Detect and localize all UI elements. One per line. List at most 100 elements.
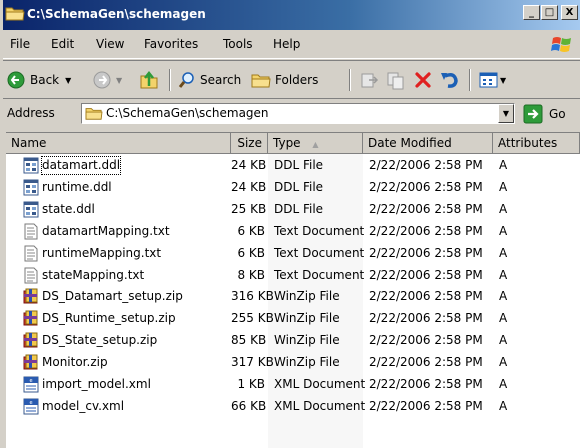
file-size: 8 KB [237, 267, 265, 282]
address-input[interactable]: C:\SchemaGen\schemagen ▼ [81, 103, 515, 124]
column-header-name[interactable]: Name [6, 133, 231, 154]
file-name: runtime.ddl [42, 179, 112, 194]
column-header-attributes[interactable]: Attributes [493, 133, 580, 154]
file-date-modified: 2/22/2006 2:58 PM [369, 201, 483, 216]
file-type: Text Document [274, 245, 365, 260]
text-file-icon [23, 267, 39, 284]
undo-button[interactable] [439, 67, 461, 93]
file-size: 255 KB [231, 311, 274, 326]
back-label: Back [30, 73, 60, 87]
menu-edit[interactable]: Edit [51, 30, 74, 59]
file-row[interactable]: datamartMapping.txt 6 KB Text Document 2/22… [6, 221, 580, 242]
column-header-type-label: Type [273, 136, 301, 150]
maximize-button[interactable]: □ [541, 5, 558, 20]
menu-tools[interactable]: Tools [223, 30, 253, 59]
back-arrow-icon [7, 71, 25, 89]
file-date-modified: 2/22/2006 2:58 PM [369, 333, 483, 348]
winzip-file-icon [23, 332, 39, 349]
menu-view[interactable]: View [96, 30, 124, 59]
file-date-modified: 2/22/2006 2:58 PM [369, 311, 483, 326]
file-date-modified: 2/22/2006 2:58 PM [369, 377, 483, 391]
views-button[interactable]: ▼ [479, 67, 506, 93]
folders-icon [251, 74, 271, 88]
forward-button[interactable]: ▼ [93, 67, 122, 93]
title-bar[interactable]: C:\SchemaGen\schemagen _ □ X [3, 0, 580, 30]
file-list[interactable]: Name Size Type ▲ Date Modified Attribute… [6, 132, 580, 448]
file-attributes: A [499, 179, 508, 194]
file-row[interactable]: e import_model.xml 1 KB XML Document 2/22/20… [6, 374, 580, 395]
file-date-modified: 2/22/2006 2:58 PM [369, 179, 483, 194]
up-folder-button[interactable] [139, 67, 159, 93]
move-to-button[interactable] [359, 67, 379, 93]
file-attributes: A [499, 355, 508, 370]
text-file-icon [23, 223, 39, 240]
file-size: 6 KB [237, 223, 265, 238]
explorer-window: C:\SchemaGen\schemagen _ □ X File Edit V… [0, 0, 580, 448]
folders-button[interactable]: Folders [251, 67, 318, 93]
forward-arrow-icon [93, 71, 111, 89]
copy-to-button[interactable] [386, 67, 406, 93]
delete-button[interactable] [413, 67, 433, 93]
file-type: DDL File [274, 158, 324, 172]
file-name: stateMapping.txt [42, 267, 145, 282]
file-row[interactable]: datamart.ddl 24 KB DDL File 2/22/2006 2:58 … [6, 155, 580, 176]
delete-icon [415, 72, 431, 88]
menu-favorites[interactable]: Favorites [144, 30, 198, 59]
file-size: 24 KB [231, 158, 267, 172]
go-arrow-icon [523, 104, 543, 123]
file-size: 316 KB [231, 289, 274, 304]
file-row[interactable]: stateMapping.txt 8 KB Text Document 2/22/20… [6, 265, 580, 286]
file-row[interactable]: DS_Runtime_setup.zip 255 KB WinZip File 2/2… [6, 308, 580, 329]
file-attributes: A [499, 223, 508, 238]
file-row[interactable]: DS_State_setup.zip 85 KB WinZip File 2/22/2… [6, 330, 580, 351]
file-attributes: A [499, 398, 508, 413]
file-name: state.ddl [42, 201, 95, 216]
file-name: Monitor.zip [42, 355, 108, 370]
column-header-date-modified[interactable]: Date Modified [363, 133, 493, 154]
back-button[interactable]: Back ▼ [7, 67, 71, 93]
file-name: DS_State_setup.zip [42, 333, 158, 348]
file-type: Text Document [274, 223, 365, 238]
file-date-modified: 2/22/2006 2:58 PM [369, 267, 483, 282]
file-row[interactable]: runtime.ddl 24 KB DDL File 2/22/2006 2:58 P… [6, 177, 580, 198]
close-button[interactable]: X [561, 5, 578, 20]
back-dropdown-icon[interactable]: ▼ [65, 76, 71, 85]
forward-dropdown-icon[interactable]: ▼ [116, 76, 122, 85]
file-type: XML Document [274, 398, 366, 413]
file-attributes: A [499, 245, 508, 260]
file-row[interactable]: state.ddl 25 KB DDL File 2/22/2006 2:58 PM A [6, 199, 580, 220]
file-row[interactable]: DS_Datamart_setup.zip 316 KB WinZip File 2/… [6, 286, 580, 307]
file-date-modified: 2/22/2006 2:58 PM [369, 245, 483, 260]
menu-bar: File Edit View Favorites Tools Help [3, 30, 580, 59]
window-title: C:\SchemaGen\schemagen [27, 7, 206, 21]
toolbar: Back ▼ ▼ Search Folders ▼ [3, 60, 580, 99]
file-type: DDL File [274, 201, 324, 216]
folder-icon [5, 7, 25, 21]
file-type: Text Document [274, 267, 365, 282]
file-date-modified: 2/22/2006 2:58 PM [369, 355, 483, 370]
search-button[interactable]: Search [178, 67, 241, 93]
file-row[interactable]: e model_cv.xml 66 KB XML Document 2/22/2006 … [6, 396, 580, 417]
svg-text:e: e [29, 378, 32, 384]
address-value: C:\SchemaGen\schemagen [106, 106, 269, 120]
minimize-button[interactable]: _ [523, 5, 540, 20]
file-row[interactable]: runtimeMapping.txt 6 KB Text Document 2/22/… [6, 243, 580, 264]
column-header-size[interactable]: Size [231, 133, 268, 154]
column-header-type[interactable]: Type ▲ [268, 133, 363, 154]
file-type: WinZip File [274, 333, 340, 348]
menu-help[interactable]: Help [273, 30, 300, 59]
file-attributes: A [499, 333, 508, 348]
xml-file-icon: e [23, 376, 39, 393]
address-dropdown-icon[interactable]: ▼ [498, 104, 514, 123]
toolbar-separator [169, 69, 171, 91]
file-attributes: A [499, 201, 508, 216]
menu-file[interactable]: File [10, 30, 30, 59]
file-date-modified: 2/22/2006 2:58 PM [369, 223, 483, 238]
views-dropdown-icon[interactable]: ▼ [500, 76, 506, 85]
windows-logo-icon [551, 37, 571, 52]
file-row[interactable]: Monitor.zip 317 KB WinZip File 2/22/2006 2:… [6, 352, 580, 373]
winzip-file-icon [23, 288, 39, 305]
file-size: 25 KB [231, 201, 267, 216]
file-size: 6 KB [237, 245, 265, 260]
go-button[interactable]: Go [523, 103, 566, 124]
